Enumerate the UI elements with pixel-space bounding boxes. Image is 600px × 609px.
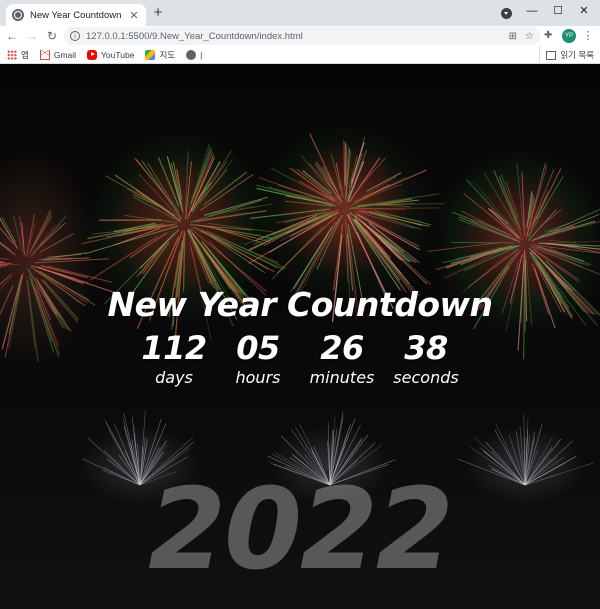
maximize-button[interactable]: ☐ — [545, 2, 571, 20]
firework-streak — [89, 235, 159, 281]
firework-streak — [539, 209, 562, 228]
bookmark-label: 지도 — [159, 49, 176, 60]
maps-icon — [145, 49, 156, 60]
firework-streak — [354, 210, 415, 229]
firework-streak — [132, 196, 182, 223]
firework-streak — [276, 216, 336, 274]
address-bar[interactable]: i 127.0.0.1:5500/9.New_Year_Countdown/in… — [64, 27, 540, 45]
bookmark-star-icon[interactable]: ☆ — [525, 31, 534, 42]
firework-streak — [347, 137, 366, 199]
firework-streak — [141, 160, 183, 220]
seconds-label: seconds — [393, 368, 459, 387]
firework-streak — [360, 183, 403, 201]
firework-streak — [39, 232, 75, 253]
browser-tab[interactable]: New Year Countdown ✕ — [6, 4, 146, 26]
close-window-button[interactable]: ✕ — [571, 2, 597, 20]
firework-streak — [354, 218, 391, 259]
days-value: 112 — [141, 329, 207, 367]
new-tab-button[interactable]: + — [150, 5, 166, 21]
firework-streak — [360, 157, 386, 187]
minutes-value: 26 — [320, 329, 364, 367]
firework-streak — [352, 219, 401, 291]
firework-streak — [198, 211, 249, 221]
bookmark-youtube[interactable]: YouTube — [87, 49, 135, 60]
bookmark-apps[interactable]: 앱 — [7, 49, 29, 61]
firework-streak — [355, 176, 397, 202]
site-info-icon[interactable]: i — [70, 31, 80, 41]
globe-icon — [186, 49, 197, 60]
countdown-minutes: 26 minutes — [300, 329, 384, 389]
profile-avatar[interactable]: YP — [562, 29, 576, 43]
firework-streak — [347, 160, 365, 203]
minutes-label: minutes — [309, 368, 375, 387]
url-text[interactable]: 127.0.0.1:5500/9.New_Year_Countdown/inde… — [86, 31, 501, 42]
firework-streak — [133, 157, 170, 201]
minimize-button[interactable]: — — [519, 2, 545, 20]
tab-search-icon[interactable] — [501, 8, 512, 19]
countdown-container: New Year Countdown 112 days 05 hours 26 … — [0, 283, 600, 389]
page-title: New Year Countdown — [107, 285, 493, 324]
firework-streak — [369, 212, 422, 231]
countdown-hours: 05 hours — [216, 329, 300, 389]
firework-streak — [0, 257, 9, 260]
back-arrow-icon[interactable]: ← — [4, 28, 20, 44]
firework-streak — [332, 223, 344, 291]
bookmark-label: 앱 — [21, 49, 29, 60]
seconds-value: 38 — [404, 329, 448, 367]
tab-title: New Year Countdown — [30, 9, 122, 21]
firework-streak — [500, 174, 522, 231]
gmail-icon — [39, 49, 50, 60]
translate-icon[interactable]: ⊞ — [509, 31, 517, 42]
firework-streak — [203, 171, 248, 206]
forward-arrow-icon[interactable]: → — [24, 28, 40, 44]
countdown-days: 112 days — [132, 329, 216, 389]
firework-streak — [0, 264, 8, 268]
globe-favicon-icon — [12, 9, 24, 21]
firework-streak — [363, 169, 427, 199]
reading-list-icon — [546, 50, 557, 60]
firework-streak — [147, 162, 180, 213]
firework-streak — [190, 199, 263, 223]
firework-streak — [13, 215, 23, 253]
browser-toolbar: ← → ↻ i 127.0.0.1:5500/9.New_Year_Countd… — [0, 26, 600, 46]
bookmark-gmail[interactable]: Gmail — [39, 49, 77, 60]
bookmark-label: YouTube — [101, 49, 135, 60]
firework-streak — [187, 157, 215, 216]
firework-streak — [129, 232, 168, 259]
countdown-page: New Year Countdown 112 days 05 hours 26 … — [0, 65, 600, 609]
extensions-puzzle-icon[interactable]: ✚ — [544, 30, 552, 41]
apps-icon — [7, 49, 17, 60]
bookmark-label: | — [200, 49, 203, 60]
bookmarks-bar: 앱 Gmail YouTube 지도 | 읽기 목록 — [0, 46, 600, 64]
firework-streak — [47, 253, 82, 258]
hours-label: hours — [235, 368, 281, 387]
close-tab-icon[interactable]: ✕ — [128, 9, 140, 22]
countdown-units: 112 days 05 hours 26 minutes 38 seconds — [0, 329, 600, 389]
reading-list-label: 읽기 목록 — [560, 50, 594, 60]
bookmark-globe[interactable]: | — [186, 49, 203, 60]
firework-streak — [195, 210, 267, 223]
reload-icon[interactable]: ↻ — [44, 28, 60, 44]
hours-value: 05 — [236, 329, 280, 367]
firework-streak — [0, 242, 16, 256]
firework-streak — [133, 194, 164, 209]
firework-streak — [207, 222, 275, 233]
firework-streak — [184, 151, 189, 212]
bookmark-label: Gmail — [53, 49, 77, 60]
reading-list-button[interactable]: 읽기 목록 — [539, 46, 594, 64]
youtube-icon — [87, 49, 98, 60]
firework-streak — [368, 210, 423, 227]
firework-streak — [349, 157, 381, 203]
days-label: days — [155, 368, 193, 387]
bookmark-maps[interactable]: 지도 — [145, 49, 175, 61]
tab-strip: New Year Countdown ✕ + — ☐ ✕ — [0, 0, 600, 26]
menu-kebab-icon[interactable]: ⋮ — [582, 29, 594, 43]
firework-streak — [536, 176, 564, 220]
year-display: 2022 — [148, 465, 454, 595]
firework-streak — [374, 210, 432, 226]
countdown-seconds: 38 seconds — [384, 329, 468, 389]
